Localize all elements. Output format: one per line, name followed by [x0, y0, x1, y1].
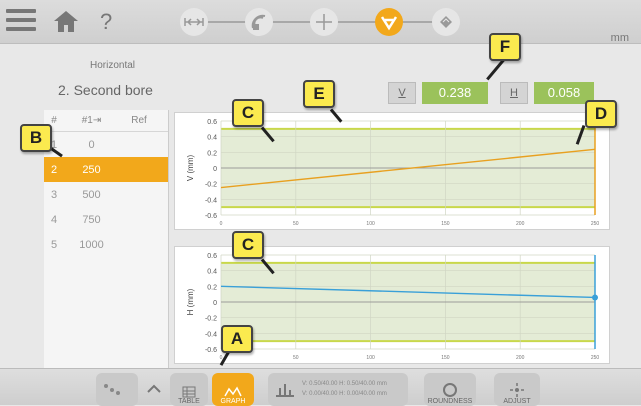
data-point: [592, 294, 598, 301]
table-row[interactable]: 5 1000: [44, 232, 168, 257]
row-index: 3: [50, 188, 58, 201]
x-tick-label: 100: [366, 355, 375, 361]
y-tick-label: 0.4: [207, 269, 217, 276]
x-tick-label: 200: [516, 355, 525, 361]
callout-d: D: [585, 100, 617, 128]
v-readout-label: V: [388, 82, 416, 104]
x-tick-label: 150: [441, 221, 450, 227]
home-icon[interactable]: [52, 9, 80, 38]
adjust-button[interactable]: ADJUST: [494, 373, 540, 406]
tolerance-info-2: V: 0.00/40.00 H: 0.00/40.00 mm: [302, 391, 387, 397]
orientation-label: Horizontal: [90, 60, 136, 71]
y-tick-label: 0.6: [207, 119, 217, 126]
x-tick-label: 200: [516, 221, 525, 227]
bottom-toolbar: TABLE GRAPH V: 0.50/40.00 H: 0.50/40.00 …: [0, 368, 641, 406]
x-tick-label: 250: [591, 221, 600, 227]
points-table: # #1⇥ Ref 10 2 250 3 500 4 750 5 1000: [44, 110, 169, 378]
callout-c-bottom: C: [232, 231, 264, 259]
y-tick-label: -0.4: [205, 331, 217, 338]
graph-icon: [224, 386, 242, 397]
row-value: 750: [82, 213, 101, 226]
callout-f: F: [489, 33, 521, 61]
tolerance-icon: [276, 384, 294, 397]
y-tick-label: 0: [213, 166, 217, 173]
v-chart[interactable]: 0.6 0.4 0.2 0 -0.2 -0.4 -0.6 0 50 100 150 200 250 V (…: [174, 112, 610, 230]
tolerance-info-1: V: 0.50/40.00 H: 0.50/40.00 mm: [302, 381, 387, 387]
x-tick-label: 150: [441, 355, 450, 361]
x-tick-label: 100: [366, 221, 375, 227]
y-tick-label: -0.2: [205, 182, 217, 189]
row-value: 250: [82, 163, 101, 176]
bore-icon[interactable]: [375, 8, 403, 36]
help-icon[interactable]: ?: [100, 9, 112, 35]
table-button-label: TABLE: [178, 398, 200, 405]
y-tick-label: 0.6: [207, 253, 217, 260]
callout-e: E: [303, 80, 335, 108]
row-index: 5: [50, 238, 58, 251]
adjust-icon: [510, 383, 524, 397]
mode-strip: [170, 6, 470, 38]
y-axis-label: V (mm): [186, 155, 195, 182]
report-icon[interactable]: [432, 8, 460, 36]
h-readout-label: H: [500, 82, 528, 104]
y-tick-label: 0.2: [207, 284, 217, 291]
table-header: # #1⇥ Ref: [44, 110, 168, 132]
v-readout: V 0.238: [388, 80, 488, 106]
roundness-icon: [443, 383, 457, 397]
roundness-button-label: ROUNDNESS: [427, 398, 473, 405]
menu-icon[interactable]: [6, 9, 36, 33]
row-value: 500: [82, 188, 101, 201]
y-axis-label: H (mm): [186, 288, 195, 315]
x-tick-label: 50: [293, 221, 299, 227]
graph-button-label: GRAPH: [220, 398, 246, 405]
table-row-selected[interactable]: 2 250: [44, 157, 168, 182]
y-tick-label: -0.4: [205, 197, 217, 204]
y-tick-label: 0.2: [207, 150, 217, 157]
crosshair-icon[interactable]: [310, 8, 338, 36]
x-tick-label: 50: [293, 355, 299, 361]
unit-label: mm: [610, 32, 629, 44]
graph-button[interactable]: GRAPH: [212, 373, 254, 406]
callout-c-top: C: [232, 99, 264, 127]
roundness-button[interactable]: ROUNDNESS: [424, 373, 476, 406]
tolerance-button[interactable]: V: 0.50/40.00 H: 0.50/40.00 mm V: 0.00/4…: [268, 373, 408, 406]
adjust-button-label: ADJUST: [503, 398, 531, 405]
callout-b: B: [20, 124, 52, 152]
bore-title: 2. Second bore: [58, 82, 153, 98]
table-row[interactable]: 10: [44, 132, 168, 157]
y-tick-label: 0.4: [207, 135, 217, 142]
col-ref: Ref: [131, 115, 147, 126]
row-index: 4: [50, 213, 58, 226]
collapse-button[interactable]: [140, 373, 168, 406]
v-chart-svg: 0.60.40.20-0.2-0.4-0.60 50 100 150 200 250V (…: [186, 119, 600, 227]
table-icon: [182, 386, 196, 398]
dots-button[interactable]: [96, 373, 138, 406]
table-row[interactable]: 4 750: [44, 207, 168, 232]
shaft-icon[interactable]: [180, 8, 208, 36]
row-value: 1000: [79, 238, 104, 251]
callout-a: A: [221, 325, 253, 353]
callout-f-pointer: [486, 58, 506, 81]
x-tick-label: 250: [591, 355, 600, 361]
col-position: #1⇥: [81, 115, 102, 126]
table-button[interactable]: TABLE: [170, 373, 208, 406]
row-index: 2: [50, 163, 58, 176]
y-tick-label: -0.6: [205, 213, 217, 220]
x-tick-label: 0: [220, 221, 223, 227]
row-value: 0: [88, 138, 95, 151]
y-tick-label: -0.6: [205, 347, 217, 354]
top-toolbar: ? mm: [0, 0, 641, 44]
y-tick-label: -0.2: [205, 316, 217, 323]
y-tick-label: 0: [213, 300, 217, 307]
v-readout-value: 0.238: [422, 82, 488, 104]
transmit-icon[interactable]: [245, 8, 273, 36]
h-readout: H 0.058: [500, 80, 594, 106]
table-row[interactable]: 3 500: [44, 182, 168, 207]
